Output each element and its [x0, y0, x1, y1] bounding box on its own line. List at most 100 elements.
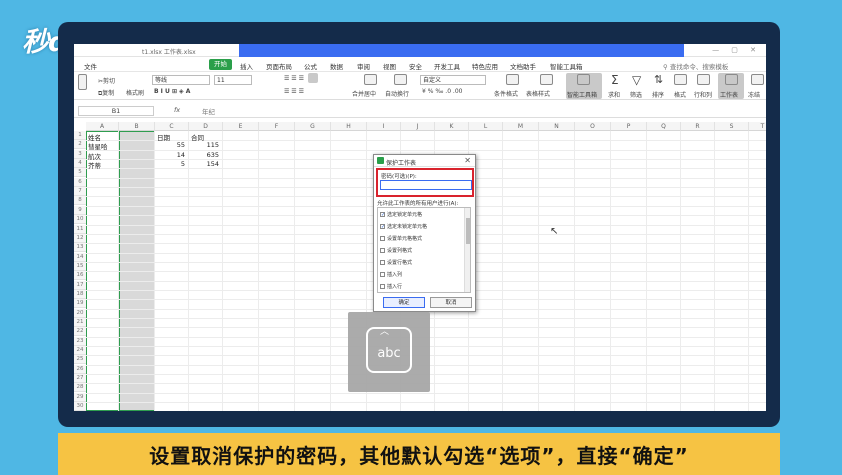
row-header-9[interactable]: 9 — [74, 205, 86, 215]
fx-icon[interactable]: fx — [174, 106, 180, 114]
cancel-button[interactable]: 取消 — [430, 297, 472, 308]
column-header-f[interactable]: F — [259, 122, 295, 131]
paste-icon[interactable] — [78, 74, 87, 90]
window-controls[interactable]: — ▢ ✕ — [712, 46, 761, 54]
column-header-n[interactable]: N — [539, 122, 575, 131]
column-header-j[interactable]: J — [401, 122, 435, 131]
merge-center-button[interactable]: 合并居中 — [352, 89, 376, 98]
cond-format-icon[interactable] — [506, 74, 519, 85]
number-format-select[interactable]: 自定义 — [420, 75, 486, 85]
cell-d2[interactable]: 115 — [189, 141, 219, 149]
row-header-28[interactable]: 28 — [74, 383, 86, 393]
row-header-26[interactable]: 26 — [74, 364, 86, 374]
permission-option[interactable]: 设置单元格格式 — [380, 235, 422, 242]
row-header-22[interactable]: 22 — [74, 327, 86, 337]
row-header-16[interactable]: 16 — [74, 271, 86, 281]
copy-button[interactable]: ⧉复制 — [98, 88, 114, 98]
font-name-select[interactable]: 等线 — [152, 75, 210, 85]
command-search[interactable]: ⚲ 查找命令、搜索模板 — [663, 61, 728, 71]
column-header-h[interactable]: H — [331, 122, 367, 131]
column-header-k[interactable]: K — [435, 122, 469, 131]
checkbox-checked-icon[interactable]: ✓ — [380, 212, 385, 218]
menu-data[interactable]: 数据 — [330, 61, 343, 71]
row-header-19[interactable]: 19 — [74, 299, 86, 309]
menu-formula[interactable]: 公式 — [304, 61, 317, 71]
name-box[interactable]: B1 — [78, 106, 154, 116]
row-header-3[interactable]: 3 — [74, 149, 86, 159]
row-header-4[interactable]: 4 — [74, 159, 86, 169]
formula-input[interactable]: 年纪 — [202, 106, 215, 116]
menu-doc-assistant[interactable]: 文档助手 — [510, 61, 536, 71]
column-header-d[interactable]: D — [189, 122, 223, 131]
menu-dev-tools[interactable]: 开发工具 — [434, 61, 460, 71]
row-header-10[interactable]: 10 — [74, 215, 86, 225]
row-header-30[interactable]: 30 — [74, 402, 86, 411]
wrap-icon[interactable] — [394, 74, 407, 85]
menu-review[interactable]: 审阅 — [357, 61, 370, 71]
filter-button[interactable]: 筛选 — [630, 90, 642, 99]
row-header-8[interactable]: 8 — [74, 196, 86, 206]
column-header-q[interactable]: Q — [647, 122, 681, 131]
row-header-7[interactable]: 7 — [74, 187, 86, 197]
format-painter-button[interactable]: 格式刷 — [126, 88, 144, 97]
ok-button[interactable]: 确定 — [383, 297, 425, 308]
row-header-29[interactable]: 29 — [74, 392, 86, 402]
permission-option[interactable]: ✓ 选定锁定单元格 — [380, 211, 422, 218]
menu-smart-toolbox[interactable]: 智能工具箱 — [550, 61, 583, 71]
menu-view[interactable]: 视图 — [383, 61, 396, 71]
cell-d3[interactable]: 635 — [189, 151, 219, 159]
cell-c4[interactable]: 5 — [155, 160, 185, 168]
row-header-11[interactable]: 11 — [74, 224, 86, 234]
column-header-t[interactable]: T — [749, 122, 766, 131]
freeze-button[interactable]: 冻结 — [748, 90, 760, 99]
rowcol-button[interactable]: 行和列 — [694, 90, 712, 99]
column-header-e[interactable]: E — [223, 122, 259, 131]
format-button[interactable]: 格式 — [674, 90, 686, 99]
row-header-5[interactable]: 5 — [74, 168, 86, 178]
column-header-o[interactable]: O — [575, 122, 611, 131]
tab-start[interactable]: 开始 — [209, 59, 232, 70]
permission-option[interactable]: 设置行格式 — [380, 259, 412, 266]
freeze-icon[interactable] — [751, 74, 764, 85]
table-style-button[interactable]: 表格样式 — [526, 89, 550, 98]
menu-special-apps[interactable]: 特色应用 — [472, 61, 498, 71]
close-icon[interactable]: ✕ — [464, 156, 471, 165]
menu-file[interactable]: 文件 — [84, 61, 97, 71]
column-header-i[interactable]: I — [367, 122, 401, 131]
wrap-text-button[interactable]: 自动换行 — [385, 89, 409, 98]
menu-security[interactable]: 安全 — [409, 61, 422, 71]
row-header-6[interactable]: 6 — [74, 177, 86, 187]
menu-page-layout[interactable]: 页面布局 — [266, 61, 292, 71]
column-header-r[interactable]: R — [681, 122, 715, 131]
worksheet-button[interactable]: 工作表 — [720, 90, 738, 99]
currency-icons[interactable]: ¥ % ‰ .0 .00 — [422, 88, 462, 95]
filter-icon[interactable]: ▽ — [632, 73, 641, 87]
sum-button[interactable]: 求和 — [608, 90, 620, 99]
cell-d4[interactable]: 154 — [189, 160, 219, 168]
checkbox-checked-icon[interactable]: ✓ — [380, 224, 385, 230]
checkbox-icon[interactable] — [380, 248, 385, 253]
row-header-25[interactable]: 25 — [74, 355, 86, 365]
checkbox-icon[interactable] — [380, 236, 385, 241]
row-header-24[interactable]: 24 — [74, 346, 86, 356]
permission-option[interactable]: 插入行 — [380, 283, 402, 290]
cell-c3[interactable]: 14 — [155, 151, 185, 159]
row-header-14[interactable]: 14 — [74, 252, 86, 262]
sort-icon[interactable]: ⇅ — [654, 73, 663, 86]
cell-a4[interactable]: 芥蒂 — [88, 160, 101, 170]
cond-format-button[interactable]: 条件格式 — [494, 89, 518, 98]
column-header-l[interactable]: L — [469, 122, 503, 131]
align-left-icons[interactable]: ☰ ☰ ☰ — [284, 88, 304, 95]
checkbox-icon[interactable] — [380, 284, 385, 289]
smart-toolbox-icon[interactable] — [577, 74, 590, 85]
checkbox-icon[interactable] — [380, 272, 385, 277]
cut-button[interactable]: ✂剪切 — [98, 76, 115, 85]
column-header-a[interactable]: A — [86, 122, 119, 131]
sum-icon[interactable]: Σ — [611, 73, 619, 87]
font-size-select[interactable]: 11 — [214, 75, 252, 85]
rowcol-icon[interactable] — [697, 74, 710, 85]
permission-option[interactable]: 插入列 — [380, 271, 402, 278]
permission-option[interactable]: ✓ 选定未锁定单元格 — [380, 223, 427, 230]
column-header-s[interactable]: S — [715, 122, 749, 131]
row-header-13[interactable]: 13 — [74, 243, 86, 253]
